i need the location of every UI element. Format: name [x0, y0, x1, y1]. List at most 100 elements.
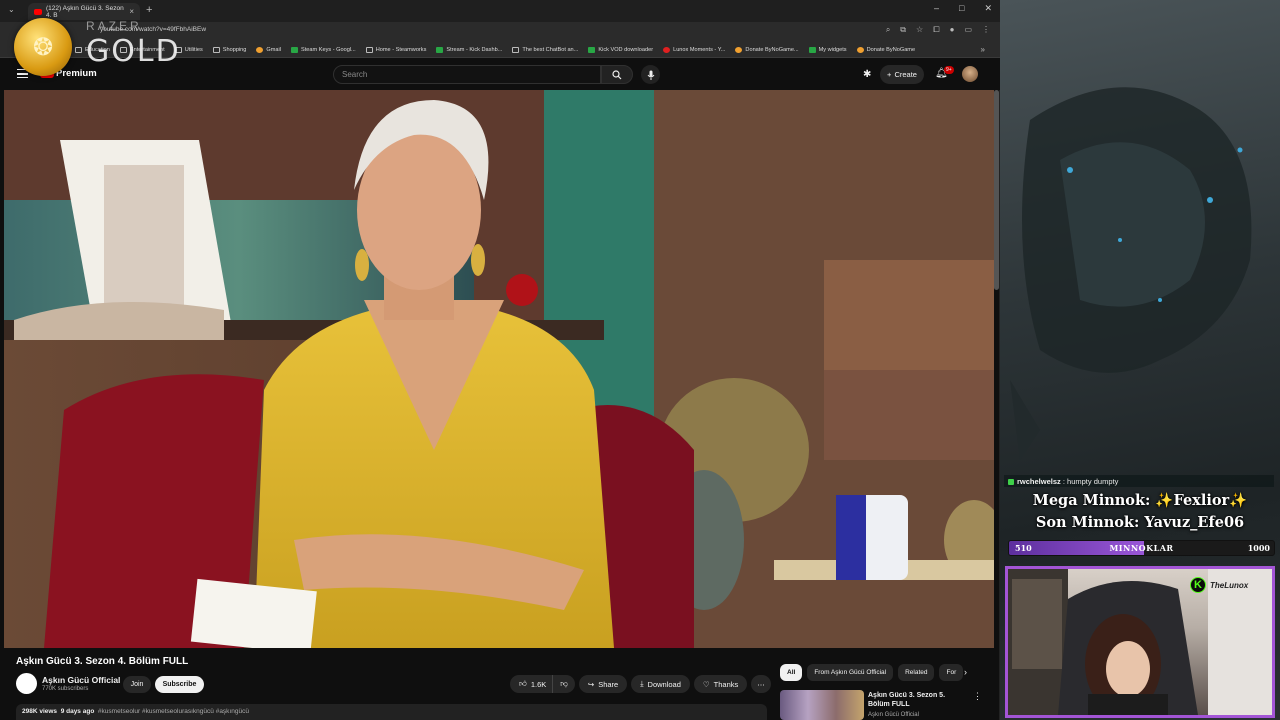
create-button[interactable]: + Create [880, 65, 924, 84]
tab-search-icon[interactable]: ⌄ [8, 5, 15, 14]
bookmark-item[interactable]: My widgets [808, 46, 847, 53]
bookmark-item[interactable]: Kick VOD downloader [588, 46, 653, 53]
kick-logo-icon: K [1190, 577, 1206, 593]
view-count: 298K views [22, 708, 58, 715]
recommendation-title[interactable]: Aşkın Gücü 3. Sezon 5. Bölüm FULL [868, 691, 968, 709]
page-scrollbar[interactable] [994, 90, 999, 290]
goal-label: MINNOKLAR [1109, 543, 1174, 553]
screen: ⌄ (122) Aşkın Gücü 3. Sezon 4. B × + – □… [0, 0, 1280, 720]
more-bookmarks-icon[interactable]: » [981, 45, 985, 54]
search-placeholder: Search [342, 70, 368, 79]
video-player[interactable] [4, 90, 994, 648]
goal-target: 1000 [1247, 543, 1270, 553]
bookmark-item[interactable]: Shopping [212, 46, 246, 53]
plus-icon: + [887, 70, 892, 79]
chatbot-icon [512, 46, 520, 53]
share-button[interactable]: ↪ Share [578, 675, 628, 693]
bookmark-item[interactable]: Donate ByNoGame... [735, 46, 799, 53]
chip-related[interactable]: Related [898, 664, 935, 681]
thumbs-up-icon: 👍︎ [519, 679, 527, 688]
chip-for-you[interactable]: For [939, 664, 964, 681]
extensions-icon[interactable]: ⧠ [933, 25, 939, 35]
search-icon [612, 69, 622, 79]
bookmark-item[interactable]: Steam Keys - Googl... [291, 46, 356, 53]
hashtags[interactable]: #kusmetseolur #kusmetseolurasıkngücü #aş… [98, 708, 249, 715]
bookmark-item[interactable]: Lunox Moments - Y... [663, 46, 725, 53]
window-controls: – □ ✕ [934, 3, 992, 14]
install-icon[interactable]: ⧉ [900, 25, 906, 35]
voice-search-button[interactable] [641, 65, 660, 84]
zoom-icon[interactable]: ⌕ [886, 25, 890, 35]
kick-channel-tag: K TheLunox [1190, 577, 1248, 593]
razer-brand-text: RAZER [86, 19, 142, 33]
search-button[interactable] [601, 65, 633, 84]
bookmark-item[interactable]: Stream - Kick Dashb... [436, 46, 502, 53]
razer-gold-text: GOLD [86, 34, 181, 69]
notification-count-badge: 9+ [944, 66, 954, 74]
razer-gold-logo: ❂ [14, 18, 72, 76]
recommendation-filters: All From Aşkın Gücü Official Related For [780, 664, 964, 681]
profile-icon[interactable]: ● [950, 25, 955, 35]
close-tab-icon[interactable]: × [129, 7, 134, 16]
address-bar-icons: ⌕ ⧉ ☆ ⧠ ● ▭ ⋮ [886, 25, 990, 35]
thumbs-down-icon: 👎︎ [560, 679, 568, 688]
tab-title: (122) Aşkın Gücü 3. Sezon 4. B [46, 4, 124, 19]
kick-icon [436, 46, 444, 53]
channel-name[interactable]: Aşkın Gücü Official [42, 675, 120, 685]
youtube-premium-logo[interactable]: Premium [56, 68, 97, 79]
more-dots-icon: ⋯ [757, 679, 765, 689]
bookmark-item[interactable]: Home - Steamworks [365, 46, 426, 53]
chat-message: rwchelwelsz : humpty dumpty [1004, 475, 1274, 487]
account-avatar[interactable] [962, 66, 978, 82]
chat-nick: rwchelwelsz [1017, 477, 1061, 486]
youtube-favicon-icon [34, 8, 42, 15]
cast-icon[interactable]: ✱ [863, 69, 871, 80]
menu-kebab-icon[interactable]: ⋮ [982, 25, 990, 35]
kick-channel-name: TheLunox [1210, 580, 1249, 590]
bookmark-item[interactable]: Gmail [256, 46, 281, 53]
razer-snake-icon: ❂ [32, 33, 54, 61]
recommendation-more-icon[interactable]: ⋮ [973, 691, 982, 702]
video-title: Aşkın Gücü 3. Sezon 4. Bölüm FULL [16, 656, 189, 667]
like-button[interactable]: 👍︎ 1.6K [510, 675, 553, 693]
new-tab-icon[interactable]: + [146, 4, 152, 16]
subscriber-count: 770K subscribers [42, 686, 89, 692]
kick-badge-icon [1008, 479, 1014, 486]
bookmark-item[interactable]: Donate ByNoGame [856, 46, 915, 53]
bookmark-star-icon[interactable]: ☆ [916, 25, 923, 35]
close-window-icon[interactable]: ✕ [984, 3, 992, 14]
join-button[interactable]: Join [123, 676, 151, 693]
bookmark-item[interactable]: The best ChatBot an... [512, 46, 578, 53]
browser-window: ⌄ (122) Aşkın Gücü 3. Sezon 4. B × + – □… [0, 0, 1000, 720]
channel-avatar[interactable] [16, 673, 37, 694]
sidebar-icon[interactable]: ▭ [964, 25, 972, 35]
donate-icon [735, 46, 743, 53]
share-icon: ↪ [587, 679, 595, 689]
minimize-icon[interactable]: – [934, 3, 939, 14]
chip-from-channel[interactable]: From Aşkın Gücü Official [807, 664, 894, 681]
dislike-button[interactable]: 👎︎ [552, 675, 575, 693]
widgets-icon [808, 46, 816, 53]
download-icon: ⤓ [640, 679, 644, 688]
video-description[interactable]: 298K views 9 days ago #kusmetseolur #kus… [16, 704, 767, 720]
thanks-button[interactable]: ♡ Thanks [693, 675, 748, 693]
video-actions: 👍︎ 1.6K 👎︎ ↪ Share ⤓ Download ♡ Thanks ⋯ [510, 675, 771, 693]
video-frame [4, 90, 994, 648]
chip-all[interactable]: All [780, 664, 803, 681]
sheets-icon [291, 46, 298, 53]
donate-icon [856, 46, 864, 53]
steam-icon [365, 46, 373, 53]
search-input[interactable]: Search [333, 65, 601, 84]
youtube-bookmark-icon [663, 46, 671, 53]
chevron-right-icon[interactable]: › [964, 667, 967, 677]
chat-text: humpty dumpty [1067, 477, 1119, 486]
more-actions-button[interactable]: ⋯ [751, 675, 771, 693]
download-site-icon [588, 46, 596, 53]
recommendation-thumbnail[interactable] [780, 690, 864, 720]
son-minnok-text: Son Minnok: Yavuz_Efe06 [1035, 514, 1245, 531]
follower-goal-bar: MINNOKLAR 510 1000 [1008, 540, 1275, 556]
maximize-icon[interactable]: □ [959, 3, 964, 14]
download-button[interactable]: ⤓ Download [631, 675, 690, 693]
upload-age: 9 days ago [60, 708, 95, 715]
subscribe-button[interactable]: Subscribe [155, 676, 204, 693]
